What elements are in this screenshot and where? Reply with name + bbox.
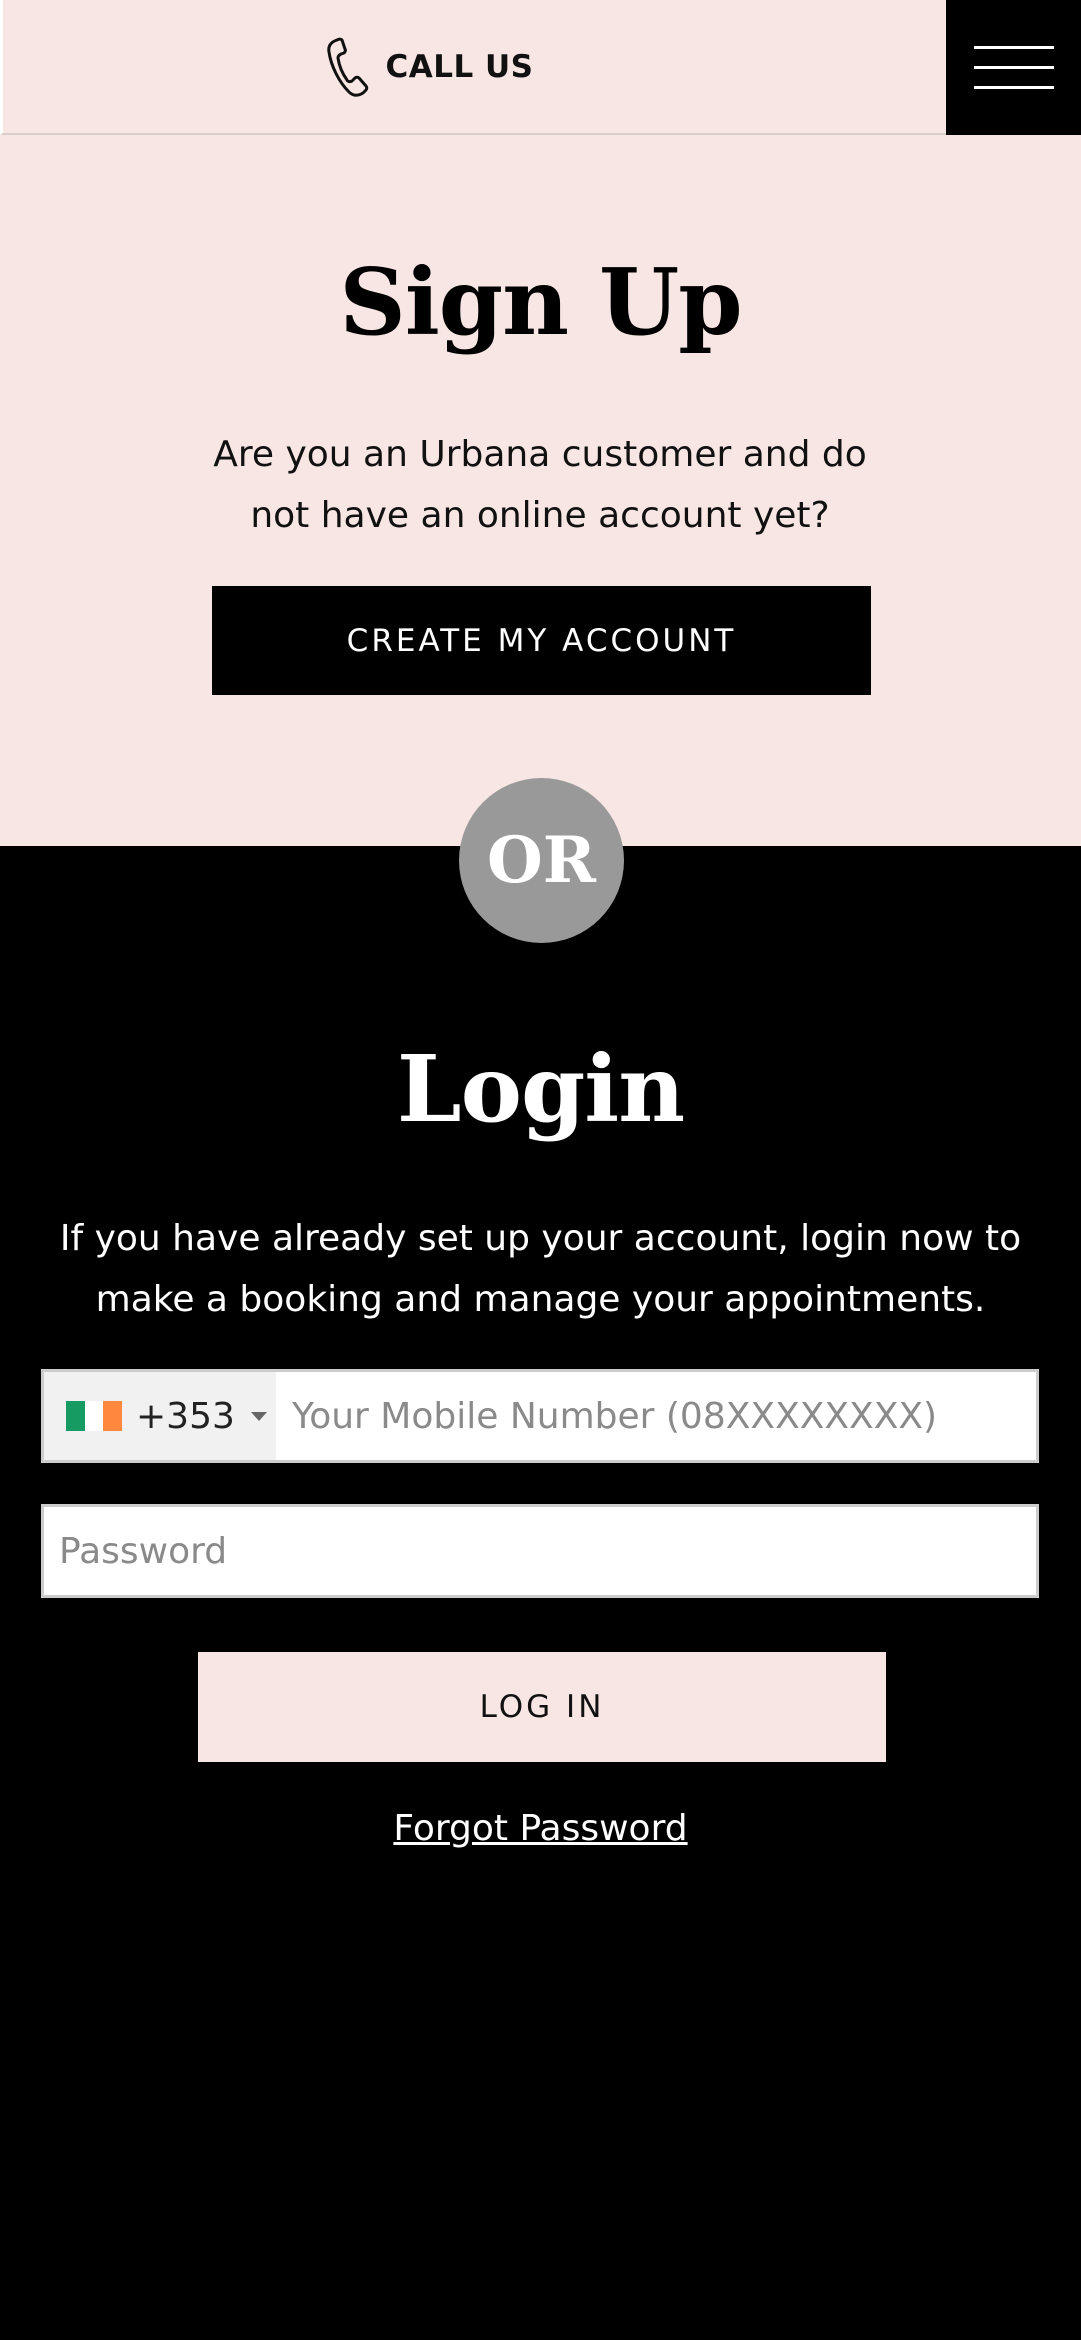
login-button[interactable]: LOG IN — [198, 1652, 886, 1762]
mobile-number-input[interactable] — [276, 1372, 1036, 1460]
hamburger-menu-icon-bar — [973, 86, 1054, 89]
country-code-selector[interactable]: +353 — [44, 1372, 276, 1460]
chevron-down-icon — [250, 1411, 267, 1421]
login-title: Login — [396, 1035, 685, 1143]
or-divider: OR — [459, 778, 624, 943]
top-header: CALL US — [0, 0, 1081, 138]
phone-icon — [327, 37, 369, 97]
mobile-number-field: +353 — [41, 1369, 1039, 1463]
hamburger-menu-icon — [973, 46, 1054, 49]
menu-button[interactable] — [946, 0, 1081, 135]
create-account-button[interactable]: CREATE MY ACCOUNT — [212, 586, 871, 695]
password-input[interactable] — [41, 1504, 1039, 1598]
forgot-password-link[interactable]: Forgot Password — [0, 1808, 1081, 1849]
call-us-link[interactable]: CALL US — [0, 0, 946, 135]
ireland-flag-icon — [66, 1401, 123, 1431]
hamburger-menu-icon-bar — [973, 66, 1054, 69]
signup-section: Sign Up Are you an Urbana customer and d… — [0, 138, 1081, 846]
call-us-label: CALL US — [385, 48, 534, 85]
signup-title: Sign Up — [339, 248, 742, 356]
login-description: If you have already set up your account,… — [59, 1218, 1022, 1320]
signup-description: Are you an Urbana customer and do not ha… — [213, 434, 867, 536]
dial-code: +353 — [136, 1395, 235, 1437]
call-us-content: CALL US — [325, 36, 533, 98]
